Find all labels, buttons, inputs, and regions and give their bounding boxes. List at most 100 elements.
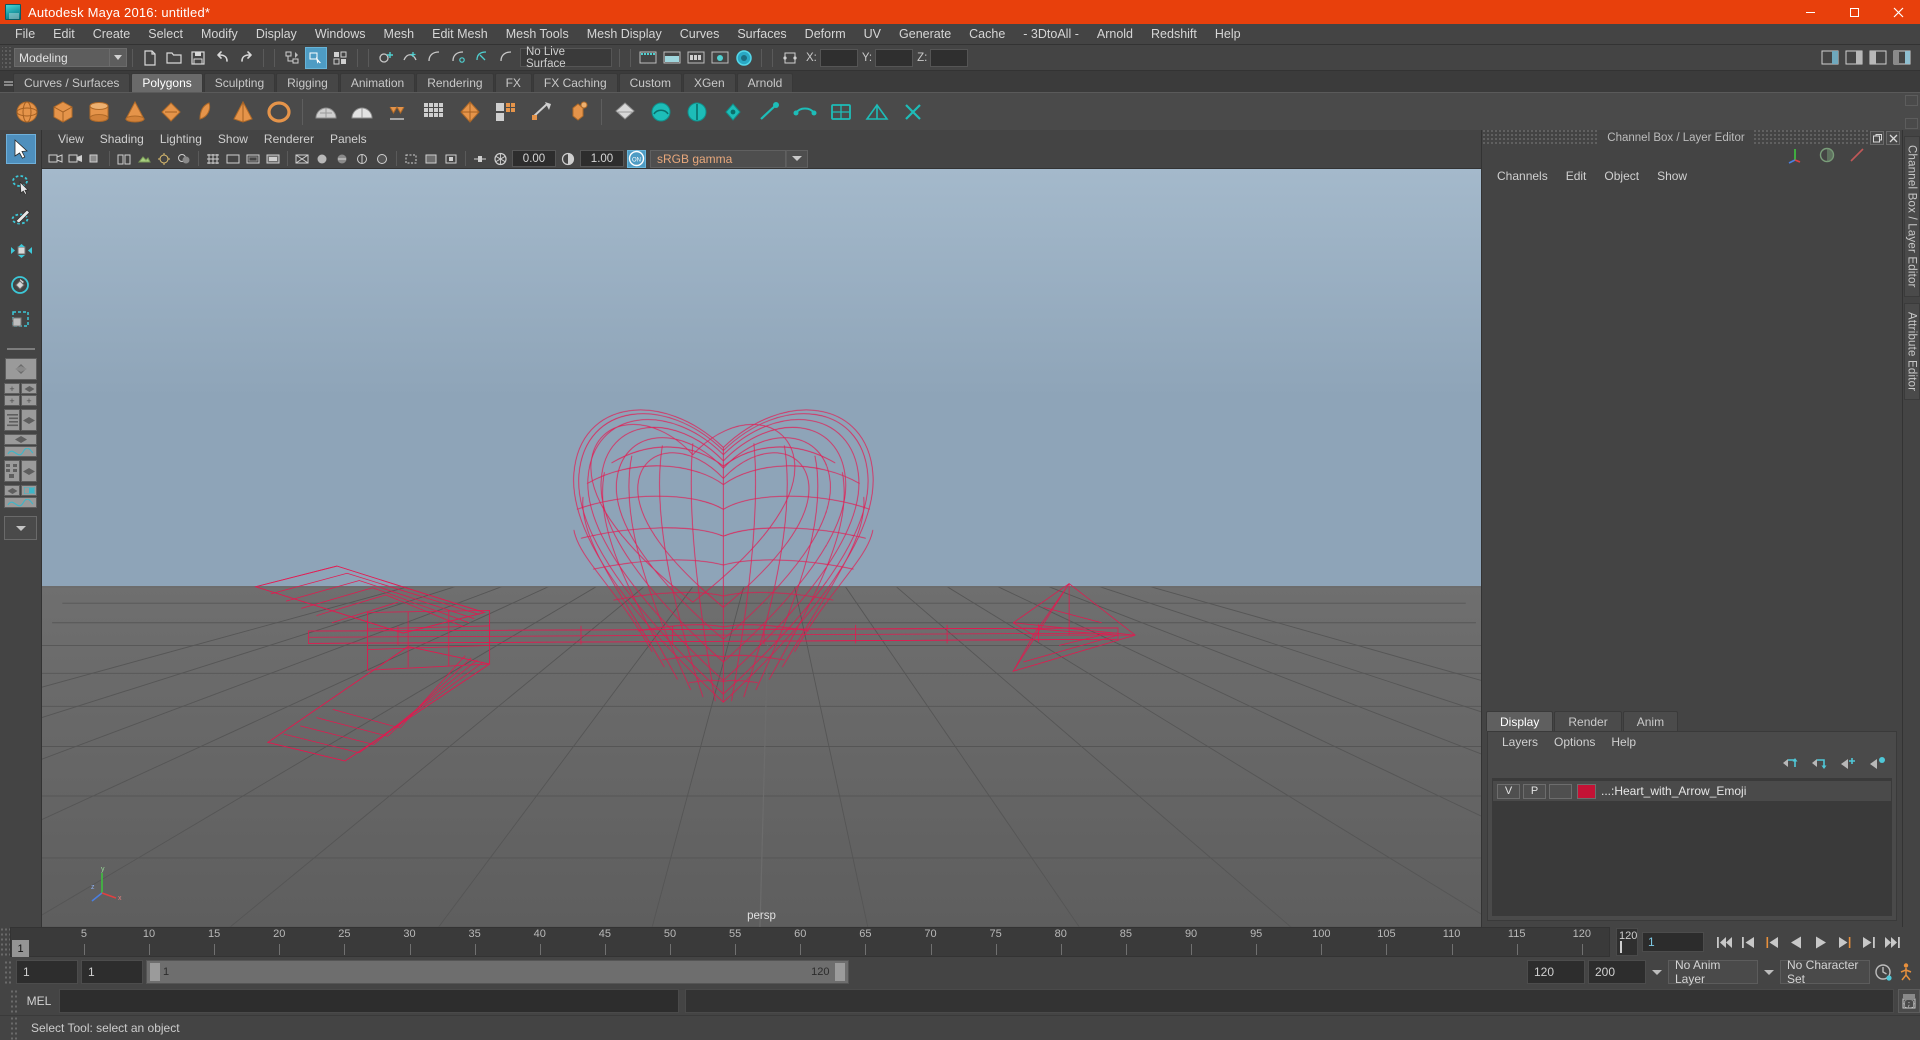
- shelf-tab-polygons[interactable]: Polygons: [131, 73, 203, 92]
- undock-panel-button[interactable]: [1870, 131, 1885, 145]
- lock-camera-icon[interactable]: [66, 150, 85, 168]
- command-language-label[interactable]: MEL: [19, 994, 59, 1008]
- booleans-icon[interactable]: [527, 97, 557, 127]
- shelf-scroll-buttons[interactable]: [1905, 95, 1918, 129]
- xray-active-components-icon[interactable]: [442, 150, 461, 168]
- current-time-indicator[interactable]: 1: [12, 940, 29, 957]
- anim-layer-dropdown-arrow[interactable]: [1652, 969, 1662, 975]
- film-gate-icon[interactable]: [224, 150, 243, 168]
- snap-to-projected-center-icon[interactable]: [447, 47, 469, 69]
- four-view-layout[interactable]: + + +: [4, 383, 38, 406]
- script-editor-icon[interactable]: {;}: [1898, 989, 1920, 1013]
- shelf-scroll-down-icon[interactable]: [1905, 118, 1918, 129]
- menu-redshift[interactable]: Redshift: [1142, 24, 1206, 45]
- open-scene-icon[interactable]: [163, 47, 185, 69]
- shelf-tab-curves-surfaces[interactable]: Curves / Surfaces: [13, 73, 131, 92]
- menu-cache[interactable]: Cache: [960, 24, 1014, 45]
- poly-sphere-icon[interactable]: [12, 97, 42, 127]
- shelf-tab-rendering[interactable]: Rendering: [416, 73, 494, 92]
- live-surface-field[interactable]: No Live Surface: [520, 46, 612, 70]
- auto-keyframe-icon[interactable]: [1873, 961, 1893, 983]
- menu-edit[interactable]: Edit: [44, 24, 84, 45]
- command-line-grip[interactable]: [10, 989, 19, 1013]
- shadows-toggle-icon[interactable]: [373, 150, 392, 168]
- step-forward-frame-icon[interactable]: [1834, 931, 1854, 953]
- xray-icon[interactable]: [402, 150, 421, 168]
- poly-pipe-icon[interactable]: [264, 97, 294, 127]
- panel-drag-handle-left[interactable]: [1482, 130, 1600, 146]
- scale-tool[interactable]: [6, 304, 36, 334]
- gamma-icon[interactable]: [559, 150, 578, 168]
- statusline-grip[interactable]: [2, 46, 11, 69]
- shelf-tab-rigging[interactable]: Rigging: [276, 73, 339, 92]
- step-forward-keyframe-icon[interactable]: [1858, 931, 1878, 953]
- vertical-tab-attribute-editor[interactable]: Attribute Editor: [1903, 302, 1920, 400]
- extrude-icon[interactable]: [610, 97, 640, 127]
- layer-tab-render[interactable]: Render: [1554, 711, 1622, 731]
- menu-mesh-display[interactable]: Mesh Display: [578, 24, 671, 45]
- book-icon[interactable]: [115, 150, 134, 168]
- layer-row[interactable]: V P ...:Heart_with_Arrow_Emoji: [1493, 781, 1891, 801]
- layer-tab-display[interactable]: Display: [1486, 711, 1554, 731]
- go-to-start-icon[interactable]: [1714, 931, 1734, 953]
- show-channel-box-icon[interactable]: [1891, 47, 1913, 69]
- anim-start-time-field[interactable]: 1: [16, 960, 78, 984]
- select-by-hierarchy-icon[interactable]: [281, 47, 303, 69]
- view-transform-dropdown-arrow[interactable]: [786, 149, 808, 168]
- play-backwards-icon[interactable]: [1786, 931, 1806, 953]
- line-manipulator-icon[interactable]: [1848, 146, 1866, 167]
- show-modeling-toolkit-icon[interactable]: [1819, 47, 1841, 69]
- select-by-object-icon[interactable]: [305, 46, 327, 69]
- anim-layer-field[interactable]: No Anim Layer: [1668, 958, 1758, 986]
- shelf-tab-xgen[interactable]: XGen: [682, 73, 736, 92]
- poly-super-ellipse-icon[interactable]: [383, 97, 413, 127]
- viewport-menu-show[interactable]: Show: [210, 130, 256, 149]
- viewport-3d[interactable]: y x z persp: [42, 169, 1481, 927]
- poly-cube-icon[interactable]: [48, 97, 78, 127]
- layer-display-type-toggle[interactable]: [1549, 783, 1572, 799]
- coord-y-field[interactable]: [875, 48, 914, 67]
- outliner-persp-layout[interactable]: [4, 409, 38, 431]
- playback-start-time-field[interactable]: 1: [81, 960, 143, 984]
- image-plane-icon[interactable]: [135, 150, 154, 168]
- move-layer-up-icon[interactable]: [1782, 756, 1799, 773]
- hypershade-persp-layout[interactable]: [4, 460, 38, 482]
- multi-cut-icon[interactable]: [754, 97, 784, 127]
- snap-to-point-icon[interactable]: [423, 47, 445, 69]
- shelf-tab-custom[interactable]: Custom: [618, 73, 682, 92]
- poly-cone-icon[interactable]: [120, 97, 150, 127]
- viewport-menu-shading[interactable]: Shading: [92, 130, 152, 149]
- redo-icon[interactable]: [235, 47, 257, 69]
- status-bar-grip[interactable]: [10, 1016, 19, 1040]
- grid-toggle-icon[interactable]: [204, 150, 223, 168]
- step-back-frame-icon[interactable]: [1762, 931, 1782, 953]
- vertical-tab-channel-box[interactable]: Channel Box / Layer Editor: [1903, 136, 1920, 297]
- select-by-component-icon[interactable]: [329, 47, 351, 69]
- channel-box-content[interactable]: [1482, 186, 1902, 709]
- close-button[interactable]: [1876, 0, 1920, 24]
- layer-menu-options[interactable]: Options: [1546, 732, 1603, 752]
- channelbox-menu-channels[interactable]: Channels: [1488, 166, 1557, 186]
- menu-surfaces[interactable]: Surfaces: [728, 24, 795, 45]
- snap-to-curve-icon[interactable]: [399, 47, 421, 69]
- gamma-field[interactable]: 1.00: [580, 150, 624, 167]
- panel-drag-handle-right[interactable]: [1752, 130, 1871, 146]
- animation-preferences-icon[interactable]: [1896, 961, 1916, 983]
- menu-generate[interactable]: Generate: [890, 24, 960, 45]
- channelbox-menu-edit[interactable]: Edit: [1557, 166, 1596, 186]
- poly-platonic-icon[interactable]: [347, 97, 377, 127]
- persp-render-layout[interactable]: [4, 485, 38, 508]
- viewport-menu-panels[interactable]: Panels: [322, 130, 375, 149]
- select-camera-icon[interactable]: [46, 150, 65, 168]
- range-start-handle[interactable]: [149, 962, 161, 982]
- shelf-tab-fx-caching[interactable]: FX Caching: [532, 73, 618, 92]
- exposure-icon[interactable]: [491, 150, 510, 168]
- close-panel-button[interactable]: [1886, 131, 1901, 145]
- bevel-icon[interactable]: [646, 97, 676, 127]
- menuset-selector[interactable]: Modeling: [14, 48, 110, 67]
- sphere-manipulator-icon[interactable]: [1818, 146, 1836, 167]
- undo-icon[interactable]: [211, 47, 233, 69]
- layer-menu-help[interactable]: Help: [1603, 732, 1644, 752]
- layer-playback-toggle[interactable]: P: [1523, 783, 1546, 799]
- menu-mesh[interactable]: Mesh: [375, 24, 424, 45]
